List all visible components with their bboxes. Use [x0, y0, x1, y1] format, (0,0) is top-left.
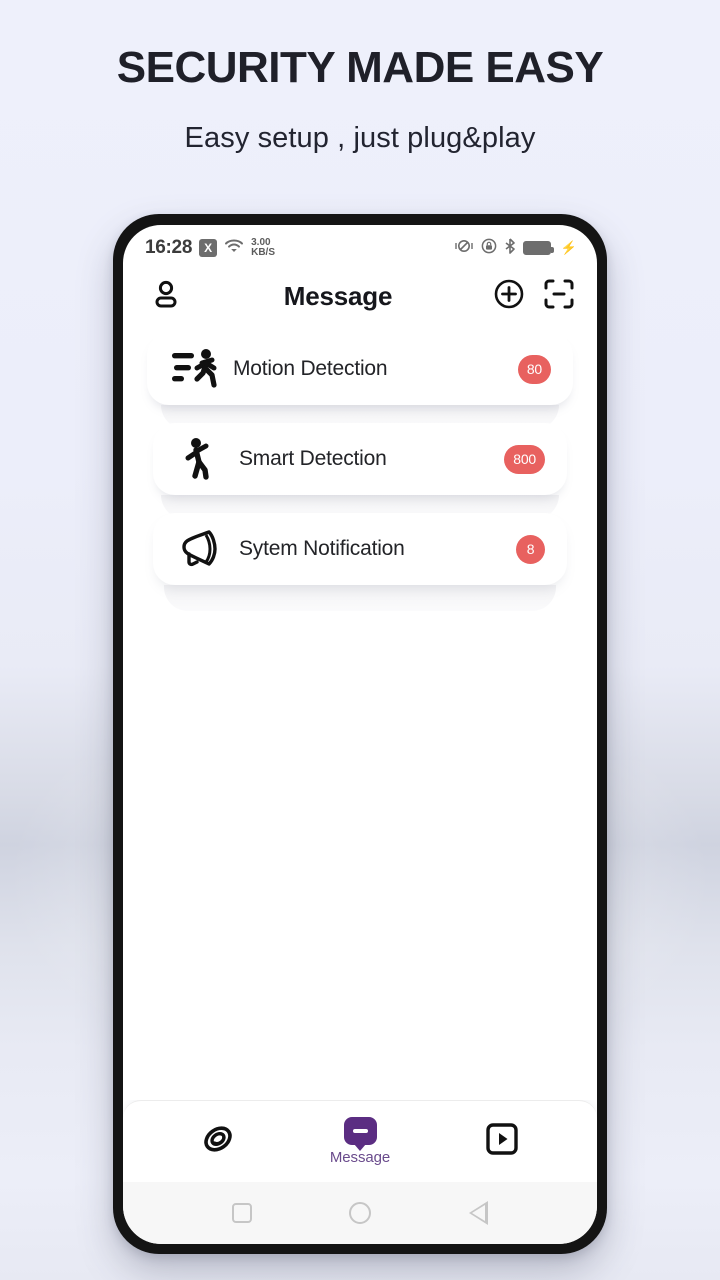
play-square-icon	[484, 1121, 520, 1162]
status-bar-right: ⚡	[454, 237, 577, 259]
list-item[interactable]: Smart Detection 800	[153, 423, 567, 495]
tab-message-label: Message	[329, 1149, 391, 1166]
status-badge: 8	[516, 534, 545, 564]
android-nav-bar	[123, 1182, 597, 1244]
app-bar: Message	[123, 265, 597, 327]
spiral-camera-icon	[198, 1119, 238, 1164]
recents-square-icon[interactable]	[231, 1203, 252, 1223]
status-time: 16:28	[145, 237, 193, 258]
rotation-lock-icon	[481, 238, 497, 259]
battery-icon	[522, 241, 554, 255]
app-bar-actions	[493, 278, 575, 315]
plus-circle-icon[interactable]	[493, 278, 525, 315]
message-card-stack: Motion Detection 80 Smart Detection 800 …	[123, 333, 597, 611]
tab-camera[interactable]	[163, 1119, 273, 1164]
tab-message[interactable]: Message	[305, 1117, 415, 1166]
megaphone-icon	[175, 526, 229, 572]
walking-person-icon	[175, 436, 229, 482]
charging-bolt-icon: ⚡	[560, 240, 577, 255]
bubble-dash	[352, 1129, 368, 1133]
list-item[interactable]: Motion Detection 80	[147, 333, 573, 405]
back-triangle-icon[interactable]	[469, 1201, 489, 1225]
bottom-navigation: Message	[123, 1100, 597, 1182]
wifi-icon	[224, 238, 244, 259]
vibrate-icon	[454, 238, 474, 259]
phone-screen: 16:28 X 3.00 KB/S ⚡ Message Motion Detec…	[123, 225, 597, 1244]
list-item[interactable]: Sytem Notification 8	[153, 513, 567, 585]
status-bar-left: 16:28 X 3.00 KB/S	[145, 237, 275, 259]
status-badge: 800	[504, 444, 545, 474]
network-speed-unit: KB/S	[251, 247, 276, 258]
home-circle-icon[interactable]	[349, 1202, 372, 1224]
x-badge-icon: X	[199, 239, 218, 257]
status-badge: 80	[517, 354, 551, 384]
running-person-icon	[169, 346, 223, 392]
person-icon[interactable]	[149, 277, 183, 316]
list-item-label: Motion Detection	[233, 357, 388, 380]
promo-text-block: SECURITY MADE EASY Easy setup , just plu…	[0, 43, 720, 155]
promo-headline: SECURITY MADE EASY	[116, 43, 604, 92]
page-title: Message	[283, 280, 393, 311]
message-list: Motion Detection 80 Smart Detection 800 …	[123, 327, 597, 1100]
status-bar: 16:28 X 3.00 KB/S ⚡	[123, 225, 597, 265]
network-speed: 3.00 KB/S	[251, 238, 275, 258]
phone-mockup: 16:28 X 3.00 KB/S ⚡ Message Motion Detec…	[113, 214, 607, 1254]
list-item-label: Smart Detection	[239, 447, 387, 470]
tab-video[interactable]	[447, 1121, 557, 1162]
card-stack-shade	[164, 585, 556, 611]
bluetooth-icon	[504, 237, 516, 259]
chat-bubble-icon	[343, 1117, 377, 1145]
scan-frame-icon[interactable]	[543, 278, 575, 315]
list-item-label: Sytem Notification	[239, 537, 405, 560]
promo-subheadline: Easy setup , just plug&play	[184, 122, 536, 155]
